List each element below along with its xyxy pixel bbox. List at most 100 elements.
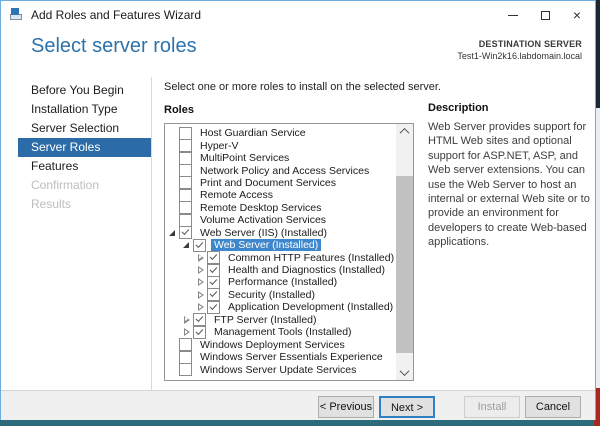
role-row[interactable]: Host Guardian Service xyxy=(165,126,396,140)
tree-blank xyxy=(167,352,179,362)
nav-server-selection[interactable]: Server Selection xyxy=(1,119,151,138)
role-checkbox[interactable] xyxy=(179,213,192,227)
role-label: Print and Document Services xyxy=(200,176,336,189)
page-title: Select server roles xyxy=(31,35,197,57)
role-checkbox[interactable] xyxy=(179,126,192,140)
tree-blank xyxy=(167,178,179,188)
role-label: MultiPoint Services xyxy=(200,152,290,165)
role-label: Security (Installed) xyxy=(228,288,315,301)
tree-collapsed-icon[interactable] xyxy=(195,290,207,300)
sidebar-divider xyxy=(151,77,152,390)
previous-button[interactable]: < Previous xyxy=(318,396,374,418)
role-row[interactable]: MultiPoint Services xyxy=(165,151,396,165)
minimize-button[interactable] xyxy=(497,1,529,29)
role-checkbox[interactable] xyxy=(179,164,192,178)
taskbar-strip xyxy=(0,420,594,426)
role-checkbox[interactable] xyxy=(207,263,220,277)
tree-collapsed-icon[interactable] xyxy=(181,315,193,325)
server-manager-icon xyxy=(10,8,24,22)
role-checkbox[interactable] xyxy=(179,151,192,165)
tree-expanded-icon[interactable] xyxy=(167,228,179,238)
tree-blank xyxy=(167,340,179,350)
cancel-button[interactable]: Cancel xyxy=(525,396,581,418)
scrollbar[interactable] xyxy=(396,124,413,380)
next-button[interactable]: Next > xyxy=(379,396,435,418)
scrollbar-thumb[interactable] xyxy=(396,176,413,353)
maximize-button[interactable] xyxy=(529,1,561,29)
role-checkbox[interactable] xyxy=(193,325,206,339)
role-row[interactable]: Remote Desktop Services xyxy=(165,201,396,215)
wizard-window: Add Roles and Features Wizard × Select s… xyxy=(0,0,596,420)
role-row[interactable]: Volume Activation Services xyxy=(165,213,396,227)
role-checkbox[interactable] xyxy=(179,201,192,215)
role-checkbox[interactable] xyxy=(179,188,192,202)
role-row[interactable]: Network Policy and Access Services xyxy=(165,164,396,178)
role-row[interactable]: Hyper-V xyxy=(165,139,396,153)
role-checkbox[interactable] xyxy=(207,288,220,302)
description-title: Description xyxy=(428,102,489,114)
tree-collapsed-icon[interactable] xyxy=(195,253,207,263)
window-controls: × xyxy=(497,1,593,29)
tree-collapsed-icon[interactable] xyxy=(195,277,207,287)
role-label: Windows Server Update Services xyxy=(200,363,357,376)
role-checkbox[interactable] xyxy=(179,350,192,364)
role-label: Hyper-V xyxy=(200,139,239,152)
tree-blank xyxy=(167,215,179,225)
minimize-icon xyxy=(508,14,518,16)
tree-collapsed-icon[interactable] xyxy=(195,265,207,275)
role-label: Network Policy and Access Services xyxy=(200,164,370,177)
scroll-down-button[interactable] xyxy=(396,365,413,380)
desktop-sliver-navy xyxy=(596,0,600,108)
nav-server-roles[interactable]: Server Roles xyxy=(18,138,151,157)
role-row[interactable]: Health and Diagnostics (Installed) xyxy=(165,263,396,277)
tree-expanded-icon[interactable] xyxy=(181,240,193,250)
role-row[interactable]: Web Server (Installed) xyxy=(165,238,396,252)
roles-label: Roles xyxy=(164,104,194,116)
maximize-icon xyxy=(540,10,550,20)
role-row[interactable]: Web Server (IIS) (Installed) xyxy=(165,226,396,240)
role-checkbox[interactable] xyxy=(193,313,206,327)
role-row[interactable]: Windows Server Essentials Experience xyxy=(165,350,396,364)
role-row[interactable]: Common HTTP Features (Installed) xyxy=(165,251,396,265)
nav-installation-type[interactable]: Installation Type xyxy=(1,100,151,119)
role-row[interactable]: Management Tools (Installed) xyxy=(165,325,396,339)
role-checkbox[interactable] xyxy=(193,238,206,252)
role-row[interactable]: Remote Access xyxy=(165,188,396,202)
role-row[interactable]: Performance (Installed) xyxy=(165,275,396,289)
nav-confirmation: Confirmation xyxy=(31,178,100,192)
role-checkbox[interactable] xyxy=(179,139,192,153)
role-label: Web Server (IIS) (Installed) xyxy=(200,226,328,239)
close-button[interactable]: × xyxy=(561,1,593,29)
role-label: Management Tools (Installed) xyxy=(214,326,352,339)
tree-blank xyxy=(167,141,179,151)
nav-before-you-begin[interactable]: Before You Begin xyxy=(1,81,151,100)
roles-tree: Host Guardian Service Hyper-V MultiPoint… xyxy=(165,126,396,377)
role-checkbox[interactable] xyxy=(179,176,192,190)
role-checkbox[interactable] xyxy=(207,300,220,314)
role-checkbox[interactable] xyxy=(179,226,192,240)
tree-collapsed-icon[interactable] xyxy=(181,327,193,337)
role-row[interactable]: Windows Deployment Services xyxy=(165,338,396,352)
titlebar[interactable]: Add Roles and Features Wizard × xyxy=(1,1,595,29)
role-row[interactable]: FTP Server (Installed) xyxy=(165,313,396,327)
scroll-up-button[interactable] xyxy=(396,124,413,139)
intro-text: Select one or more roles to install on t… xyxy=(164,81,441,93)
role-label: Volume Activation Services xyxy=(200,214,327,227)
role-row[interactable]: Windows Server Update Services xyxy=(165,363,396,377)
role-label: Remote Access xyxy=(200,189,273,202)
role-checkbox[interactable] xyxy=(179,338,192,352)
role-label: FTP Server (Installed) xyxy=(214,313,317,326)
tree-collapsed-icon[interactable] xyxy=(195,302,207,312)
install-button: Install xyxy=(464,396,520,418)
close-icon: × xyxy=(572,7,582,23)
roles-listbox: Host Guardian Service Hyper-V MultiPoint… xyxy=(164,123,414,381)
role-checkbox[interactable] xyxy=(179,363,192,377)
role-row[interactable]: Security (Installed) xyxy=(165,288,396,302)
role-checkbox[interactable] xyxy=(207,275,220,289)
role-checkbox[interactable] xyxy=(207,251,220,265)
destination-block: DESTINATION SERVER Test1-Win2k16.labdoma… xyxy=(457,39,582,61)
tree-blank xyxy=(167,153,179,163)
role-row[interactable]: Print and Document Services xyxy=(165,176,396,190)
role-row[interactable]: Application Development (Installed) xyxy=(165,300,396,314)
nav-features[interactable]: Features xyxy=(1,157,151,176)
